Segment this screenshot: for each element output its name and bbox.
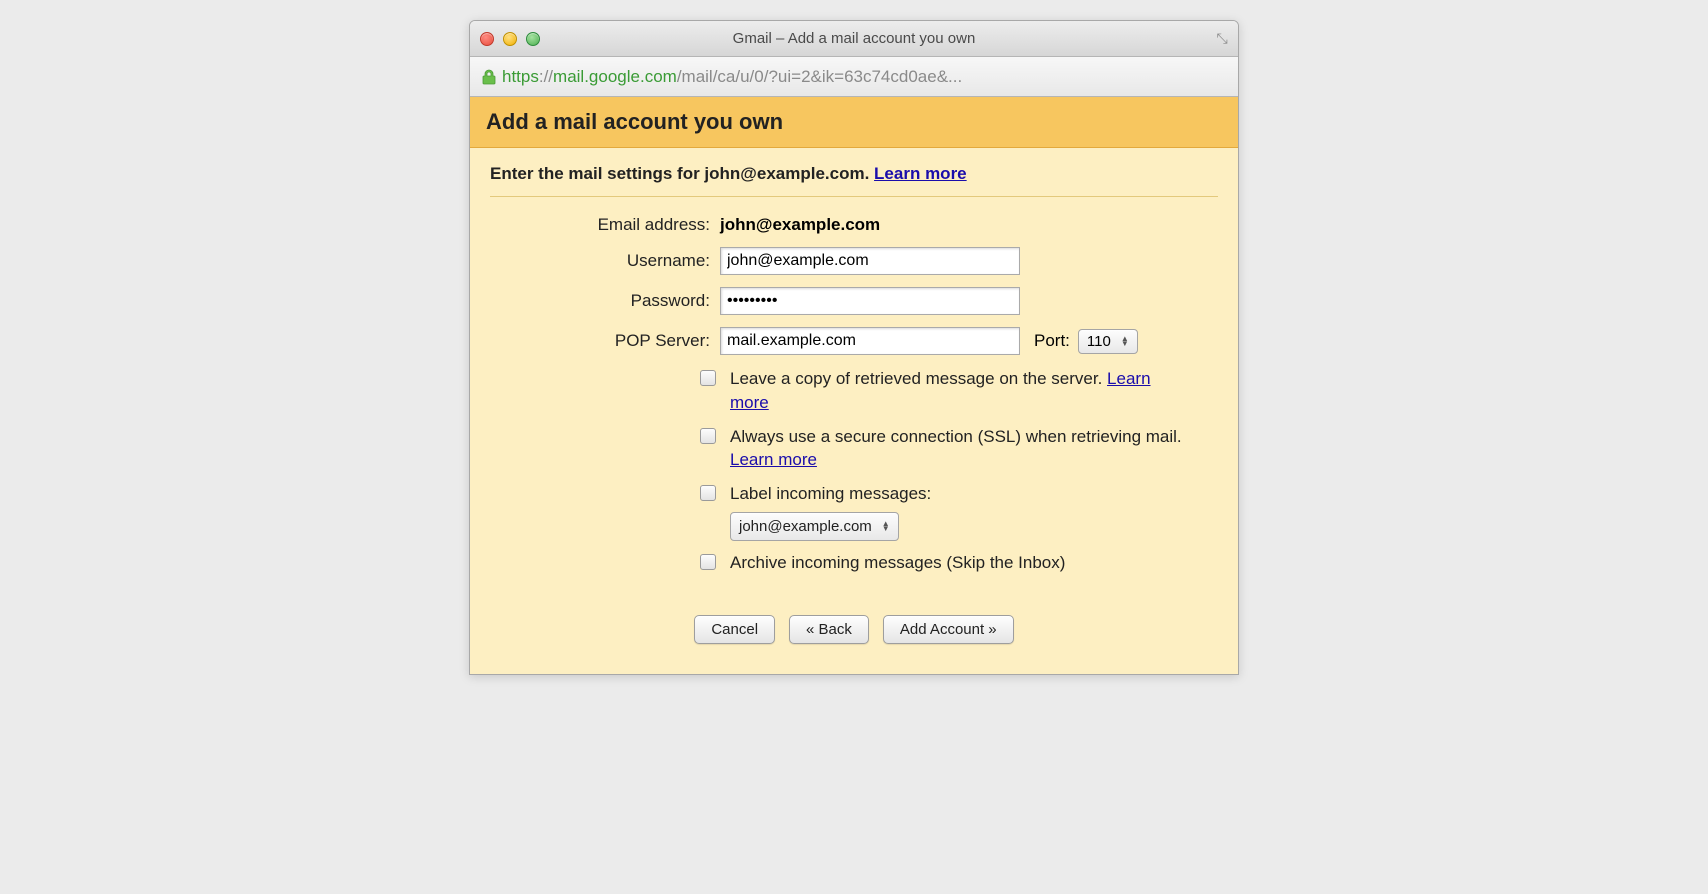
- port-value: 110: [1087, 333, 1111, 350]
- window-title: Gmail – Add a mail account you own: [470, 30, 1238, 47]
- username-row: Username:: [490, 247, 1218, 275]
- popup-window: Gmail – Add a mail account you own ⤢ htt…: [469, 20, 1239, 675]
- ssl-label: Always use a secure connection (SSL) whe…: [730, 427, 1182, 446]
- port-label: Port:: [1034, 331, 1070, 351]
- archive-checkbox[interactable]: [700, 554, 716, 570]
- leave-copy-label: Leave a copy of retrieved message on the…: [730, 369, 1107, 388]
- add-account-button[interactable]: Add Account »: [883, 615, 1014, 644]
- lock-icon: [482, 69, 496, 85]
- minimize-window-button[interactable]: [503, 32, 517, 46]
- url-sep: ://: [539, 67, 553, 87]
- cancel-button[interactable]: Cancel: [694, 615, 775, 644]
- password-row: Password:: [490, 287, 1218, 315]
- label-messages-label: Label incoming messages:: [730, 482, 931, 506]
- url-host: mail.google.com: [553, 67, 677, 87]
- url-path: /mail/ca/u/0/?ui=2&ik=63c74cd0ae&...: [677, 67, 962, 87]
- label-messages-checkbox[interactable]: [700, 485, 716, 501]
- archive-text: Archive incoming messages (Skip the Inbo…: [730, 551, 1065, 575]
- pop-label: POP Server:: [490, 331, 720, 351]
- address-bar[interactable]: https://mail.google.com/mail/ca/u/0/?ui=…: [470, 57, 1238, 97]
- back-button[interactable]: « Back: [789, 615, 869, 644]
- email-row: Email address: john@example.com: [490, 215, 1218, 235]
- leave-copy-option: Leave a copy of retrieved message on the…: [490, 367, 1218, 415]
- leave-copy-checkbox[interactable]: [700, 370, 716, 386]
- page-title: Add a mail account you own: [470, 97, 1238, 148]
- url-scheme: https: [502, 67, 539, 87]
- form-body: Enter the mail settings for john@example…: [470, 148, 1238, 674]
- instruction-prefix: Enter the mail settings for john@example…: [490, 164, 874, 183]
- label-select-value: john@example.com: [739, 516, 872, 537]
- select-arrows-icon: ▲▼: [882, 521, 890, 531]
- zoom-window-button[interactable]: [526, 32, 540, 46]
- username-label: Username:: [490, 251, 720, 271]
- label-select[interactable]: john@example.com ▲▼: [730, 512, 899, 541]
- learn-more-link[interactable]: Learn more: [874, 164, 967, 183]
- password-input[interactable]: [720, 287, 1020, 315]
- select-arrows-icon: ▲▼: [1121, 336, 1129, 346]
- email-label: Email address:: [490, 215, 720, 235]
- password-label: Password:: [490, 291, 720, 311]
- instruction-text: Enter the mail settings for john@example…: [490, 164, 1218, 197]
- ssl-option: Always use a secure connection (SSL) whe…: [490, 425, 1218, 473]
- ssl-learn-more-link[interactable]: Learn more: [730, 450, 817, 469]
- archive-option: Archive incoming messages (Skip the Inbo…: [490, 551, 1218, 575]
- label-messages-text: Label incoming messages: john@example.co…: [730, 482, 931, 541]
- port-select[interactable]: 110 ▲▼: [1078, 329, 1138, 354]
- leave-copy-text: Leave a copy of retrieved message on the…: [730, 367, 1190, 415]
- pop-server-input[interactable]: [720, 327, 1020, 355]
- ssl-checkbox[interactable]: [700, 428, 716, 444]
- window-titlebar: Gmail – Add a mail account you own ⤢: [470, 21, 1238, 57]
- email-value: john@example.com: [720, 215, 880, 235]
- label-messages-option: Label incoming messages: john@example.co…: [490, 482, 1218, 541]
- pop-server-row: POP Server: Port: 110 ▲▼: [490, 327, 1218, 355]
- ssl-text: Always use a secure connection (SSL) whe…: [730, 425, 1190, 473]
- traffic-lights: [480, 32, 540, 46]
- expand-icon[interactable]: ⤢: [1214, 33, 1231, 44]
- button-row: Cancel « Back Add Account »: [490, 615, 1218, 644]
- close-window-button[interactable]: [480, 32, 494, 46]
- username-input[interactable]: [720, 247, 1020, 275]
